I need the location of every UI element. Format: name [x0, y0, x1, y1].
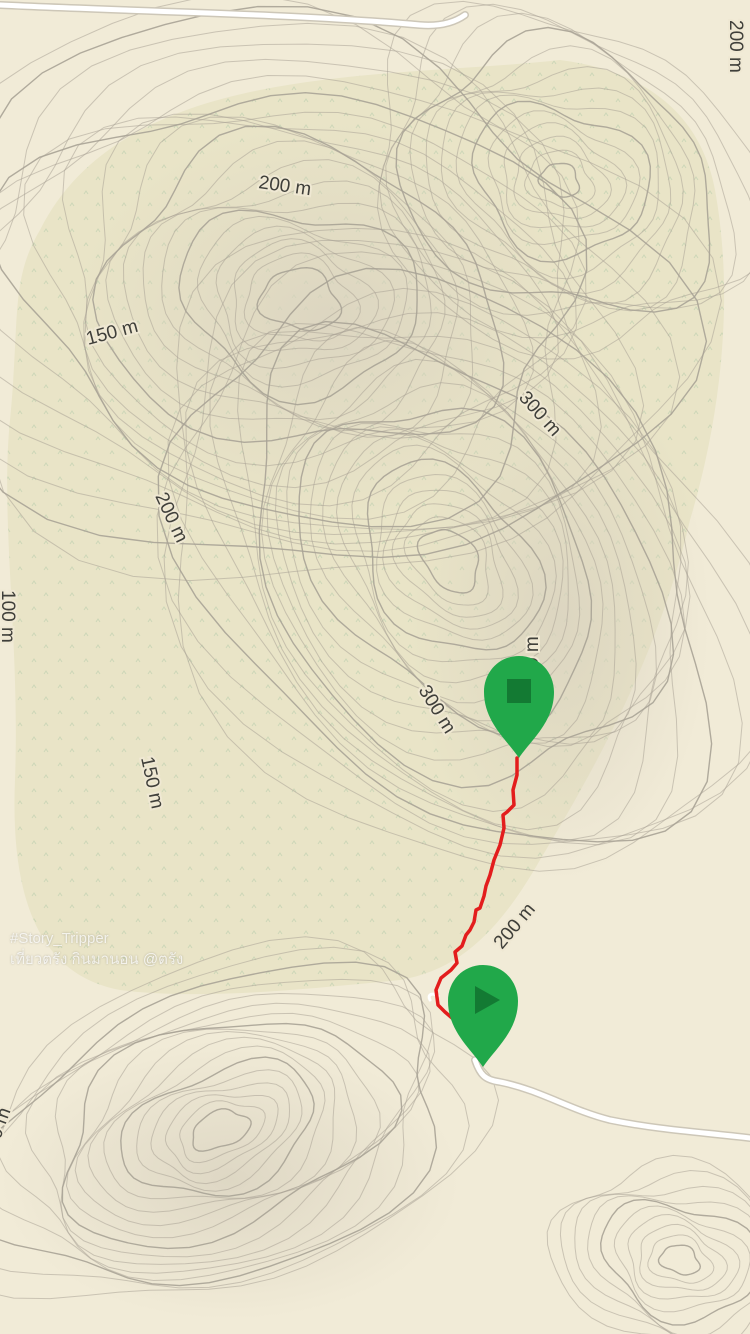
map-view[interactable]: 200 m 200 m 150 m 300 m 200 m 150 m 300 …: [0, 0, 750, 1334]
hill-shade: [410, 360, 710, 880]
elevation-label: 200 m: [725, 20, 746, 73]
watermark: #Story_Tripper เที่ยวตรัง กินมานอน @ตรัง: [10, 928, 183, 970]
watermark-line: #Story_Tripper: [10, 930, 109, 947]
elevation-label: 100 m: [0, 590, 18, 643]
topographic-map[interactable]: 200 m 200 m 150 m 300 m 200 m 150 m 300 …: [0, 0, 750, 1334]
stop-icon: [507, 679, 531, 703]
watermark-line: เที่ยวตรัง กินมานอน @ตรัง: [10, 951, 184, 968]
